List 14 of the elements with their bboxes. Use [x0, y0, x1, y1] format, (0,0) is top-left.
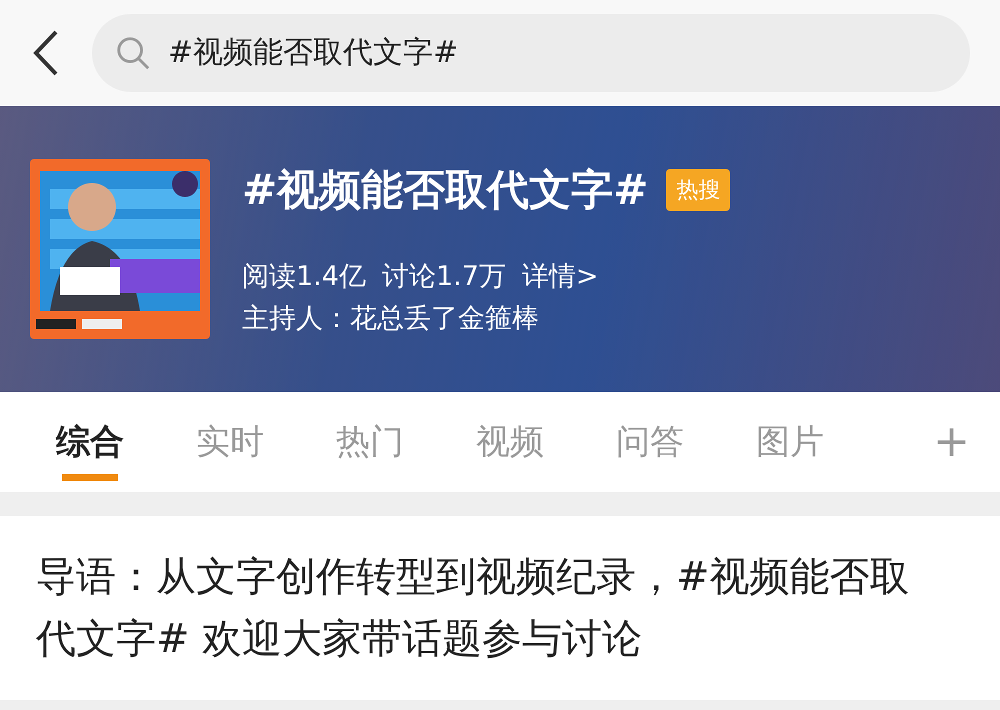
details-link[interactable]: 详情> [522, 258, 599, 294]
search-field[interactable]: #视频能否取代文字# [92, 14, 970, 92]
tab[interactable]: 视频 [440, 392, 580, 492]
tab[interactable]: 图片 [720, 392, 860, 492]
tab[interactable]: 实时 [160, 392, 300, 492]
tab[interactable]: 热门 [300, 392, 440, 492]
hot-search-badge: 热搜 [666, 168, 730, 211]
topic-title: #视频能否取代文字# [242, 164, 648, 216]
intro-text: 导语：从文字创作转型到视频纪录，#视频能否取代文字# 欢迎大家带话题参与讨论 [36, 553, 911, 664]
add-tab-button[interactable]: + [933, 416, 970, 468]
tab[interactable]: 问答 [580, 392, 720, 492]
stat-text: 讨论1.7万 [382, 260, 506, 294]
host-text: 主持人：花总丢了金箍棒 [242, 302, 540, 336]
stat-text: 阅读1.4亿 [242, 260, 366, 294]
